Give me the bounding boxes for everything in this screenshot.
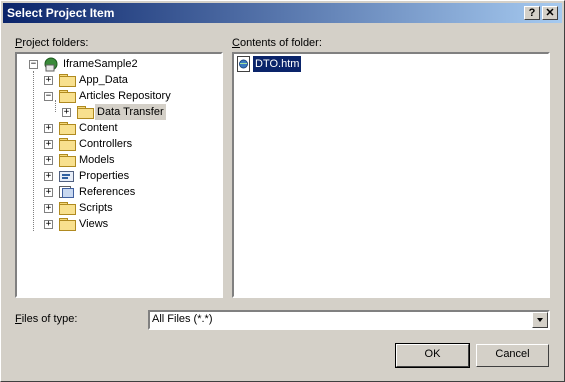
project-folders-label: Project folders: (15, 37, 89, 49)
folder-icon (59, 74, 76, 87)
expand-icon[interactable]: + (44, 220, 53, 229)
help-button[interactable]: ? (524, 6, 540, 20)
folder-icon (59, 138, 76, 151)
html-file-icon (237, 56, 250, 72)
expand-icon[interactable]: + (44, 76, 53, 85)
folder-icon (59, 202, 76, 215)
collapse-icon[interactable]: − (29, 60, 38, 69)
file-type-select[interactable]: All Files (*.*) (148, 310, 550, 330)
cancel-button[interactable]: Cancel (476, 344, 549, 367)
dropdown-button[interactable] (532, 312, 548, 328)
tree-item-data-transfer[interactable]: + Data Transfer (23, 104, 213, 120)
chevron-down-icon (537, 318, 543, 322)
folder-icon (59, 218, 76, 231)
tree-item-app-data[interactable]: + App_Data (23, 72, 203, 88)
tree-item-label: Articles Repository (79, 90, 171, 102)
expand-icon[interactable]: + (44, 188, 53, 197)
tree-item-controllers[interactable]: + Controllers (23, 136, 203, 152)
files-of-type-label: Files of type: (15, 313, 78, 325)
folder-icon (59, 154, 76, 167)
close-button[interactable]: ✕ (542, 6, 558, 20)
collapse-icon[interactable]: − (44, 92, 53, 101)
tree-item-label: Controllers (79, 138, 133, 150)
tree-item-articles-repository[interactable]: − Articles Repository (23, 88, 213, 104)
folder-icon (77, 106, 94, 119)
contents-of-folder-list[interactable]: DTO.htm (232, 52, 550, 298)
file-type-value: All Files (*.*) (152, 313, 213, 325)
expand-icon[interactable]: + (44, 124, 53, 133)
tree-item-label: Content (79, 122, 118, 134)
tree-item-label: Scripts (79, 202, 113, 214)
tree-item-references[interactable]: + References (23, 184, 203, 200)
folder-icon (59, 122, 76, 135)
contents-label-text: ontents of folder: (239, 37, 322, 49)
tree-item-label: App_Data (79, 74, 128, 86)
project-icon (44, 57, 58, 72)
tree-item-views[interactable]: + Views (23, 216, 203, 232)
file-item-label: DTO.htm (251, 55, 303, 73)
references-icon (59, 186, 74, 198)
project-folders-label-text: roject folders: (22, 37, 89, 49)
tree-item-label: Properties (79, 170, 130, 182)
expand-icon[interactable]: + (44, 156, 53, 165)
tree-item-properties[interactable]: + Properties (23, 168, 203, 184)
tree-item-label: Data Transfer (95, 104, 166, 120)
title-bar[interactable]: Select Project Item ? ✕ (3, 3, 562, 23)
tree-item-label: References (79, 186, 136, 198)
tree-item-label: Models (79, 154, 115, 166)
contents-of-folder-label: Contents of folder: (232, 37, 322, 49)
expand-icon[interactable]: + (44, 204, 53, 213)
project-folders-tree[interactable]: − IframeSample2 + App_Data − Articles Re… (15, 52, 223, 298)
ok-button[interactable]: OK (395, 343, 470, 368)
files-of-type-label-text: iles of type: (21, 313, 78, 325)
tree-item-label: Views (79, 218, 109, 230)
expand-icon[interactable]: + (44, 140, 53, 149)
tree-item-label: IframeSample2 (63, 58, 138, 70)
expand-icon[interactable]: + (62, 108, 71, 117)
folder-open-icon (59, 90, 76, 103)
tree-item-scripts[interactable]: + Scripts (23, 200, 203, 216)
tree-item-models[interactable]: + Models (23, 152, 203, 168)
expand-icon[interactable]: + (44, 172, 53, 181)
tree-item-content[interactable]: + Content (23, 120, 203, 136)
dialog-title: Select Project Item (7, 6, 115, 20)
select-project-item-dialog: Select Project Item ? ✕ Project folders:… (0, 0, 565, 382)
properties-icon (59, 171, 74, 182)
